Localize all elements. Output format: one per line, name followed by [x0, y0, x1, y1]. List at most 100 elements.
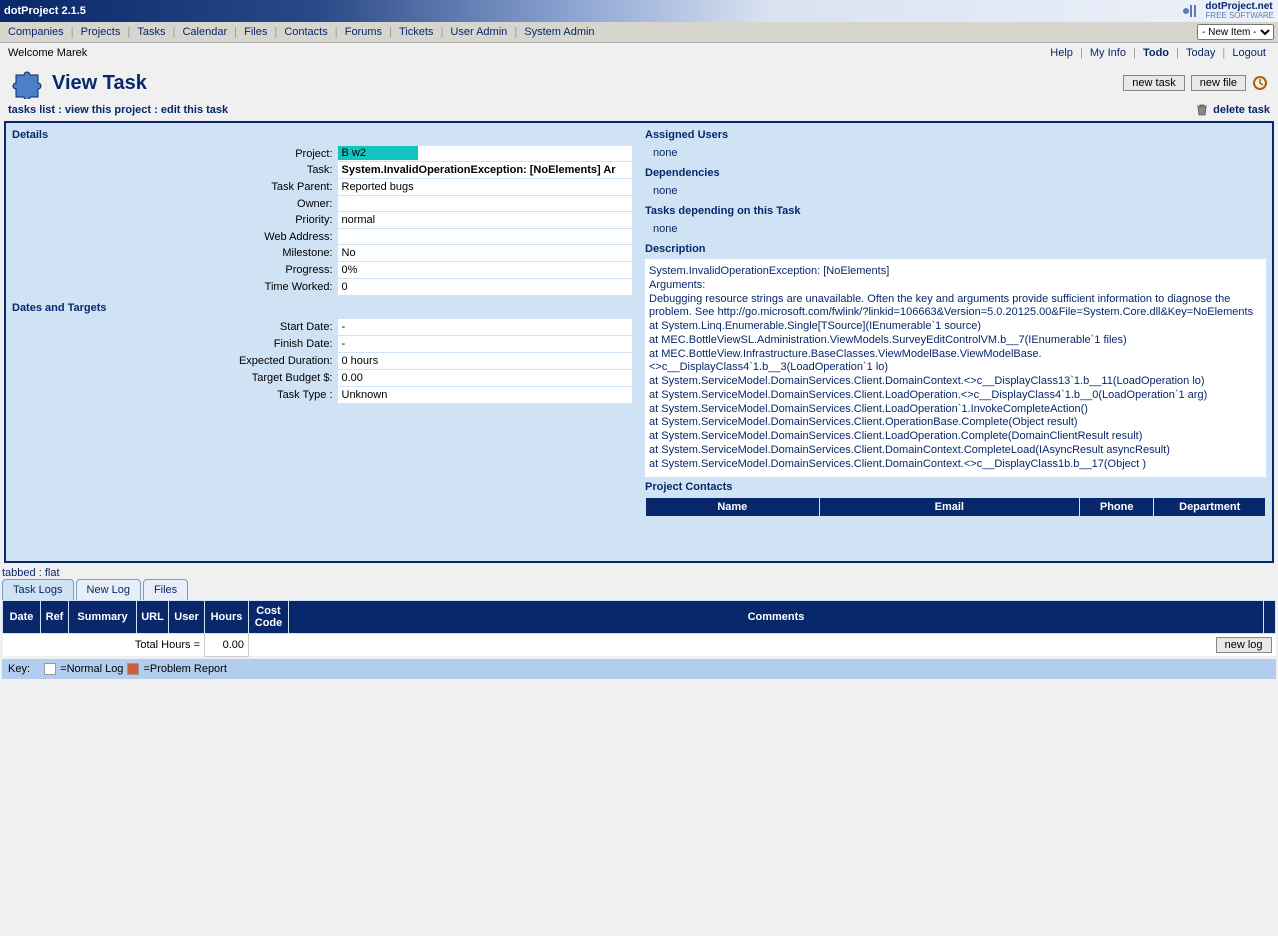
sub-bar: Welcome Marek Help | My Info | Todo | To…: [0, 43, 1278, 63]
col-phone: Phone: [1079, 498, 1153, 517]
label-project: Project:: [12, 146, 337, 162]
tab-files[interactable]: Files: [143, 579, 188, 600]
label-duration: Expected Duration:: [12, 353, 337, 370]
col-name: Name: [646, 498, 820, 517]
col-ref: Ref: [41, 601, 69, 634]
value-progress: 0%: [337, 262, 633, 279]
link-logout[interactable]: Logout: [1228, 47, 1270, 59]
nav-projects[interactable]: Projects: [77, 26, 125, 38]
col-comments: Comments: [289, 601, 1264, 634]
label-milestone: Milestone:: [12, 245, 337, 262]
col-cost: Cost Code: [249, 601, 289, 634]
label-owner: Owner:: [12, 196, 337, 212]
crumb-tasks-list[interactable]: tasks list: [8, 104, 55, 116]
app-title: dotProject 2.1.5: [4, 5, 86, 17]
value-budget: 0.00: [337, 370, 633, 387]
new-task-button[interactable]: new task: [1123, 75, 1184, 91]
description-text: System.InvalidOperationException: [NoEle…: [645, 259, 1266, 477]
details-column: Details Project: B w2 Task: System.Inval…: [6, 123, 639, 561]
key-label: Key:: [8, 663, 30, 675]
delete-task-link[interactable]: delete task: [1213, 104, 1270, 116]
contacts-header: Project Contacts: [645, 481, 1266, 493]
link-todo[interactable]: Todo: [1139, 47, 1173, 59]
nav-user-admin[interactable]: User Admin: [446, 26, 511, 38]
link-myinfo[interactable]: My Info: [1086, 47, 1130, 59]
trash-icon[interactable]: [1195, 103, 1209, 117]
value-web: [337, 229, 633, 245]
details-header: Details: [12, 129, 633, 141]
assigned-header: Assigned Users: [645, 129, 1266, 141]
view-mode-tabbed[interactable]: tabbed: [2, 567, 36, 579]
logo-line2: FREE SOFTWARE: [1205, 11, 1274, 20]
label-task-parent: Task Parent:: [12, 179, 337, 196]
col-date: Date: [3, 601, 41, 634]
dotproject-logo-icon: [1181, 2, 1201, 20]
tabs-row: Task Logs New Log Files: [0, 579, 1278, 600]
link-help[interactable]: Help: [1046, 47, 1077, 59]
page-title: View Task: [52, 72, 147, 95]
description-header: Description: [645, 243, 1266, 255]
puzzle-icon: [10, 67, 46, 99]
label-task-type: Task Type :: [12, 387, 337, 404]
value-finish: -: [337, 336, 633, 353]
main-panel: Details Project: B w2 Task: System.Inval…: [4, 121, 1274, 563]
col-actions: [1264, 601, 1276, 634]
label-task: Task:: [12, 162, 337, 179]
col-hours: Hours: [205, 601, 249, 634]
dates-header: Dates and Targets: [12, 302, 633, 314]
label-progress: Progress:: [12, 262, 337, 279]
key-problem: =Problem Report: [143, 663, 226, 675]
nav-calendar[interactable]: Calendar: [178, 26, 231, 38]
key-legend: Key: =Normal Log =Problem Report: [2, 659, 1276, 679]
tab-new-log[interactable]: New Log: [76, 579, 141, 600]
label-time-worked: Time Worked:: [12, 279, 337, 296]
assigned-value: none: [645, 145, 1266, 165]
welcome-text: Welcome Marek: [8, 47, 87, 59]
new-item-select[interactable]: - New Item -: [1197, 24, 1274, 40]
label-priority: Priority:: [12, 212, 337, 229]
nav-system-admin[interactable]: System Admin: [520, 26, 598, 38]
value-project[interactable]: B w2: [338, 146, 418, 160]
label-web: Web Address:: [12, 229, 337, 245]
new-log-button[interactable]: new log: [1216, 637, 1272, 653]
link-today[interactable]: Today: [1182, 47, 1219, 59]
page-header: View Task new task new file: [0, 63, 1278, 101]
nav-tasks[interactable]: Tasks: [133, 26, 169, 38]
contacts-table: Name Email Phone Department: [645, 497, 1266, 517]
total-hours-value: 0.00: [205, 634, 249, 657]
nav-companies[interactable]: Companies: [4, 26, 68, 38]
value-start: -: [337, 319, 633, 336]
value-priority: normal: [337, 212, 633, 229]
depending-header: Tasks depending on this Task: [645, 205, 1266, 217]
col-summary: Summary: [69, 601, 137, 634]
nav-files[interactable]: Files: [240, 26, 271, 38]
nav-tickets[interactable]: Tickets: [395, 26, 437, 38]
depending-value: none: [645, 221, 1266, 241]
brand-logo: dotProject.net FREE SOFTWARE: [1181, 2, 1274, 20]
swatch-normal-icon: [44, 663, 56, 675]
dependencies-header: Dependencies: [645, 167, 1266, 179]
value-milestone: No: [337, 245, 633, 262]
value-time-worked: 0: [337, 279, 633, 296]
crumb-row: tasks list : view this project : edit th…: [0, 101, 1278, 121]
nav-forums[interactable]: Forums: [341, 26, 386, 38]
crumb-edit-task[interactable]: edit this task: [161, 104, 228, 116]
key-normal: =Normal Log: [60, 663, 123, 675]
value-task: System.InvalidOperationException: [NoEle…: [337, 162, 633, 179]
main-nav: Companies | Projects | Tasks | Calendar …: [0, 22, 1278, 43]
label-start: Start Date:: [12, 319, 337, 336]
tab-switch: tabbed : flat: [0, 563, 1278, 579]
col-department: Department: [1154, 498, 1266, 517]
value-task-parent: Reported bugs: [337, 179, 633, 196]
tab-task-logs[interactable]: Task Logs: [2, 579, 74, 600]
view-mode-flat[interactable]: flat: [45, 567, 60, 579]
dependencies-value: none: [645, 183, 1266, 203]
new-file-button[interactable]: new file: [1191, 75, 1246, 91]
swatch-problem-icon: [127, 663, 139, 675]
nav-contacts[interactable]: Contacts: [280, 26, 331, 38]
logo-line1: dotProject.net: [1205, 2, 1274, 11]
crumb-view-project[interactable]: view this project: [65, 104, 151, 116]
right-column: Assigned Users none Dependencies none Ta…: [639, 123, 1272, 561]
clock-icon[interactable]: [1252, 75, 1268, 91]
col-user: User: [169, 601, 205, 634]
